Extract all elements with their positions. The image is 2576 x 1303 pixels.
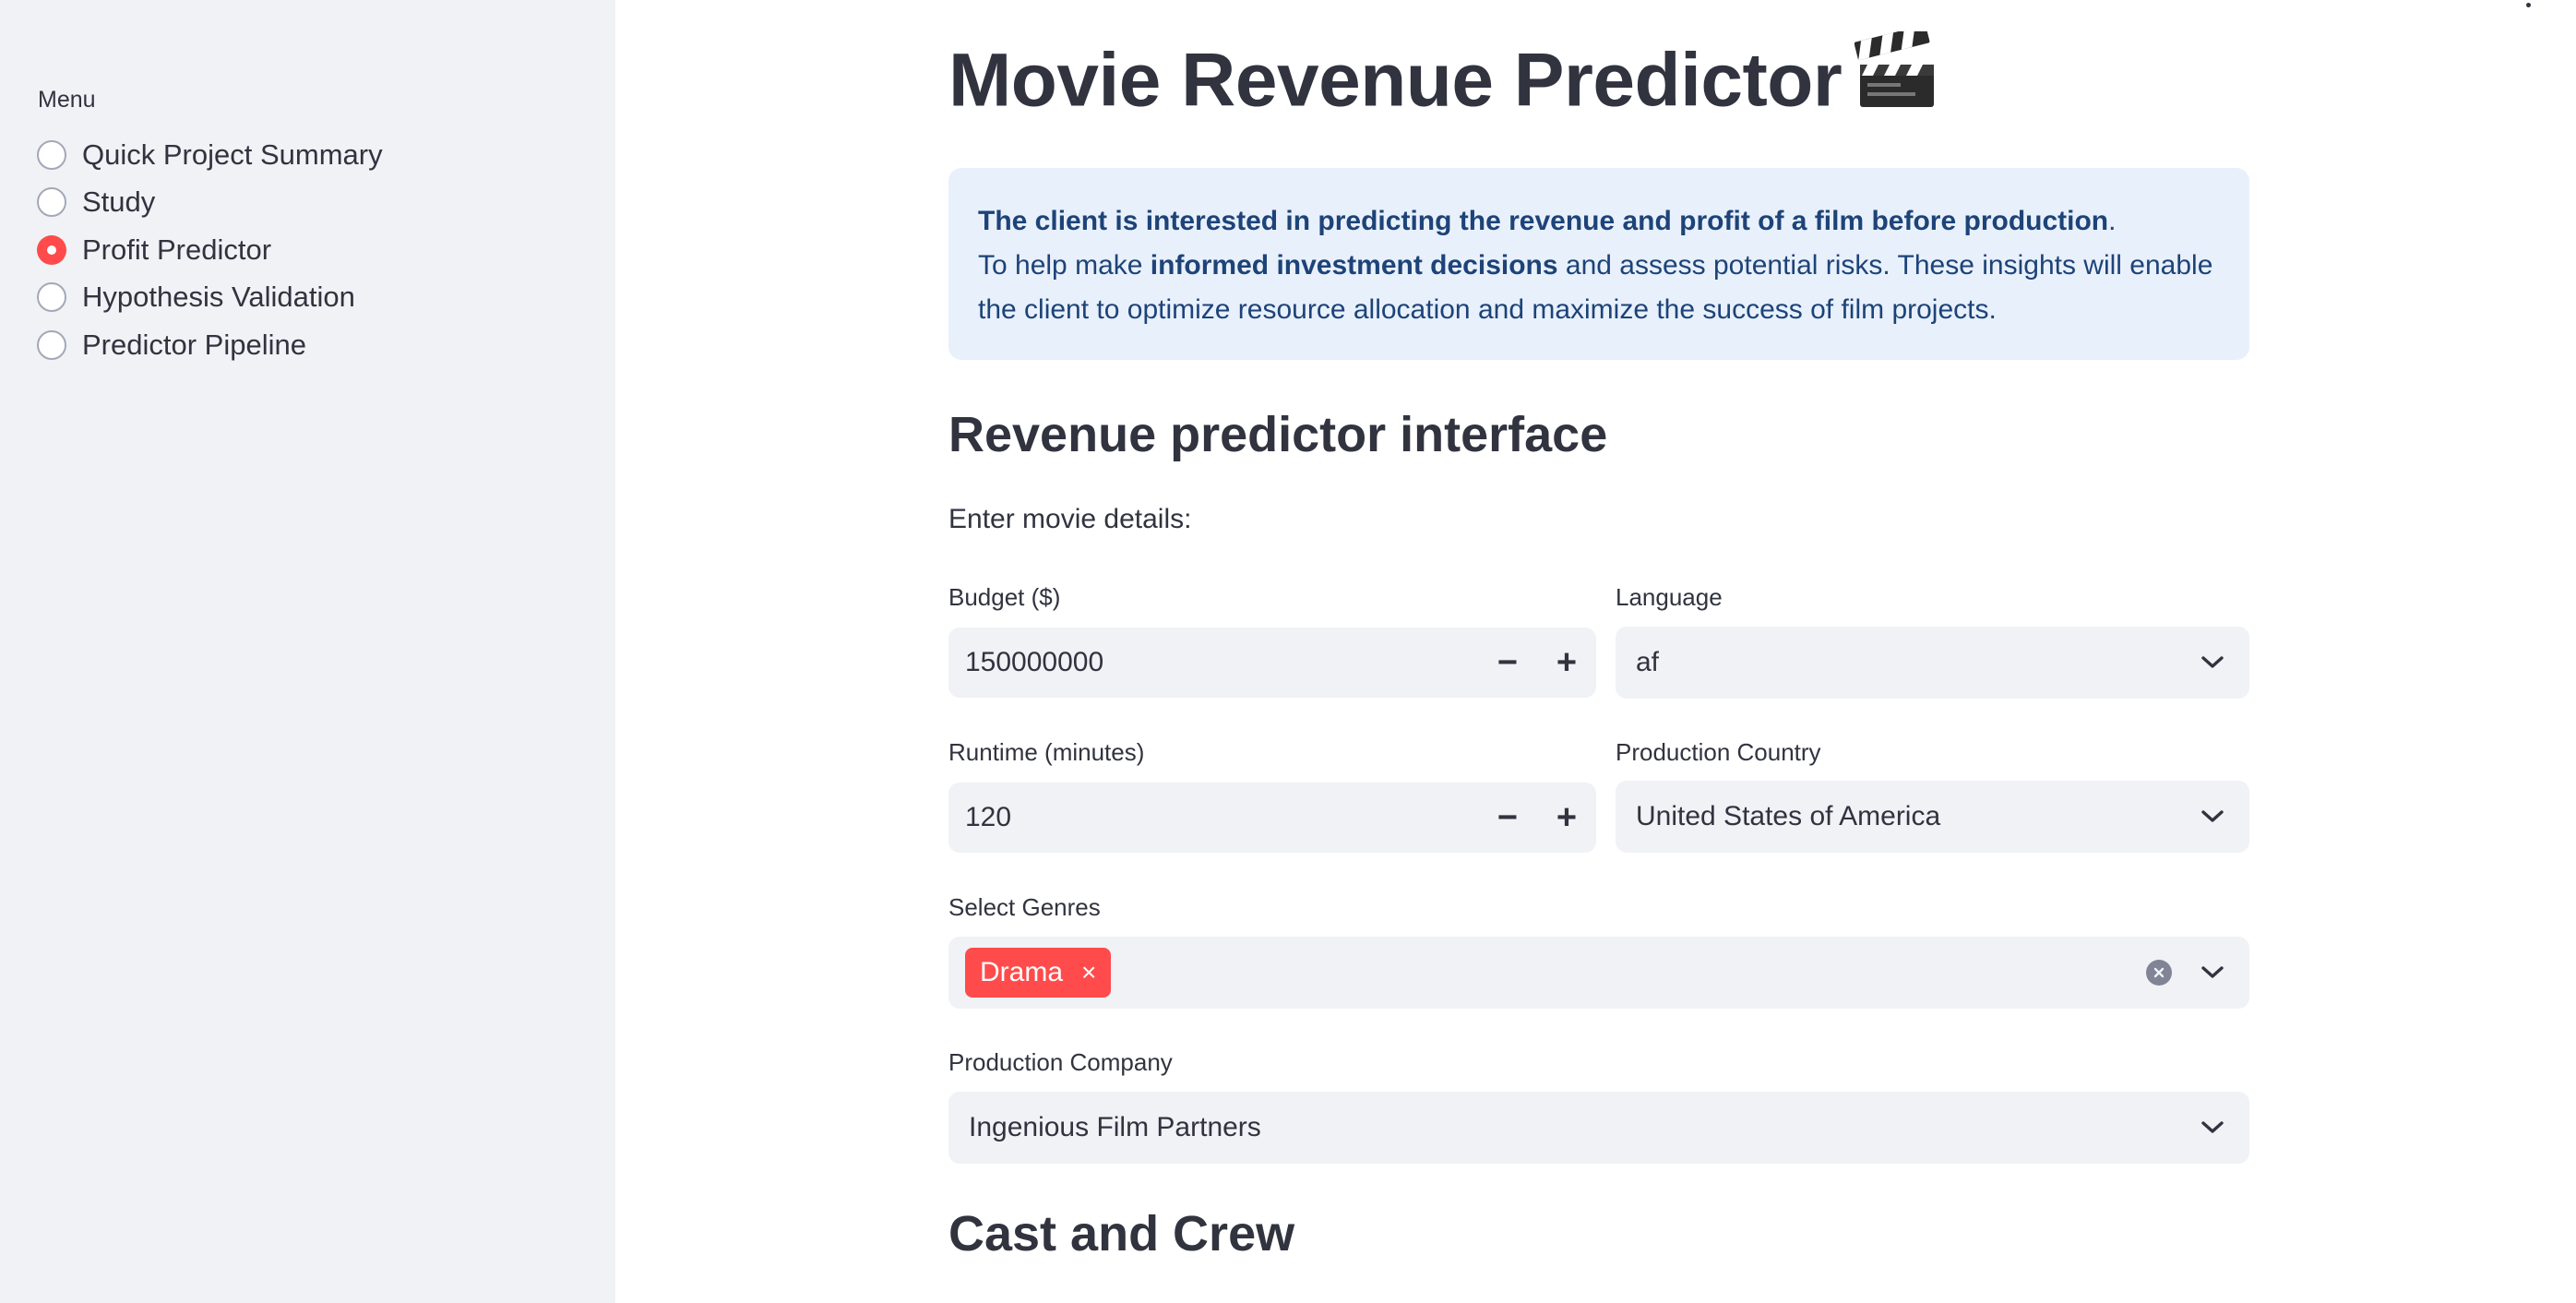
country-label: Production Country (1616, 738, 1821, 766)
section-title: Revenue predictor interface (948, 407, 1608, 462)
menu-item-label: Hypothesis Validation (82, 281, 355, 314)
chevron-down-icon[interactable] (2176, 627, 2249, 699)
budget-input[interactable]: 150000000 − + (948, 628, 1596, 698)
budget-decrement-button[interactable]: − (1478, 628, 1537, 698)
page-title-text: Movie Revenue Predictor (948, 38, 1843, 123)
menu-label: Menu (38, 87, 96, 113)
menu-item-profit-predictor[interactable]: Profit Predictor (37, 226, 383, 274)
clear-all-icon[interactable] (2146, 960, 2172, 986)
runtime-value[interactable]: 120 (948, 802, 1478, 833)
status-dot (2526, 3, 2531, 7)
chevron-down-icon[interactable] (2176, 781, 2249, 853)
genres-label: Select Genres (948, 893, 1101, 921)
company-value: Ingenious Film Partners (969, 1112, 1261, 1142)
company-label: Production Company (948, 1048, 1173, 1076)
budget-value[interactable]: 150000000 (948, 647, 1478, 678)
menu-item-label: Quick Project Summary (82, 137, 383, 171)
enter-details-text: Enter movie details: (948, 504, 1192, 534)
radio-button[interactable] (37, 329, 66, 360)
radio-button[interactable] (37, 187, 66, 218)
genre-tag-label: Drama (980, 957, 1064, 987)
radio-button-selected[interactable] (37, 234, 66, 265)
page-title: Movie Revenue Predictor (948, 25, 1939, 135)
info-line-3: the client to optimize resource allocati… (978, 294, 1997, 325)
genre-tag-drama: Drama × (965, 948, 1112, 998)
remove-tag-icon[interactable]: × (1081, 958, 1096, 987)
runtime-input[interactable]: 120 − + (948, 783, 1596, 853)
info-line-2: To help make informed investment decisio… (978, 250, 2213, 281)
cast-crew-title: Cast and Crew (948, 1206, 1295, 1261)
language-select[interactable]: af (1616, 627, 2249, 699)
runtime-label: Runtime (minutes) (948, 738, 1145, 766)
radio-button[interactable] (37, 282, 66, 313)
info-alert: The client is interested in predicting t… (948, 168, 2249, 360)
runtime-decrement-button[interactable]: − (1478, 783, 1537, 853)
clapperboard-icon (1854, 25, 1939, 129)
chevron-down-icon[interactable] (2176, 1092, 2249, 1164)
runtime-increment-button[interactable]: + (1537, 783, 1596, 853)
language-label: Language (1616, 583, 1723, 611)
chevron-down-icon[interactable] (2176, 937, 2249, 1009)
info-line-1: The client is interested in predicting t… (978, 206, 2117, 236)
menu-item-label: Profit Predictor (82, 233, 272, 266)
genres-multiselect[interactable]: Drama × (948, 937, 2249, 1009)
country-select[interactable]: United States of America (1616, 781, 2249, 853)
menu-radio-group: Quick Project Summary Study Profit Predi… (37, 131, 383, 369)
menu-item-study[interactable]: Study (37, 179, 383, 227)
radio-button[interactable] (37, 139, 66, 170)
budget-label: Budget ($) (948, 583, 1061, 611)
menu-item-quick-project-summary[interactable]: Quick Project Summary (37, 131, 383, 179)
menu-item-label: Predictor Pipeline (82, 328, 306, 361)
country-value: United States of America (1636, 801, 1941, 831)
menu-item-hypothesis-validation[interactable]: Hypothesis Validation (37, 274, 383, 322)
menu-item-label: Study (82, 185, 156, 219)
company-select[interactable]: Ingenious Film Partners (948, 1092, 2249, 1164)
budget-increment-button[interactable]: + (1537, 628, 1596, 698)
language-value: af (1636, 647, 1660, 677)
sidebar: Menu Quick Project Summary Study Profit … (0, 0, 615, 1303)
menu-item-predictor-pipeline[interactable]: Predictor Pipeline (37, 321, 383, 369)
